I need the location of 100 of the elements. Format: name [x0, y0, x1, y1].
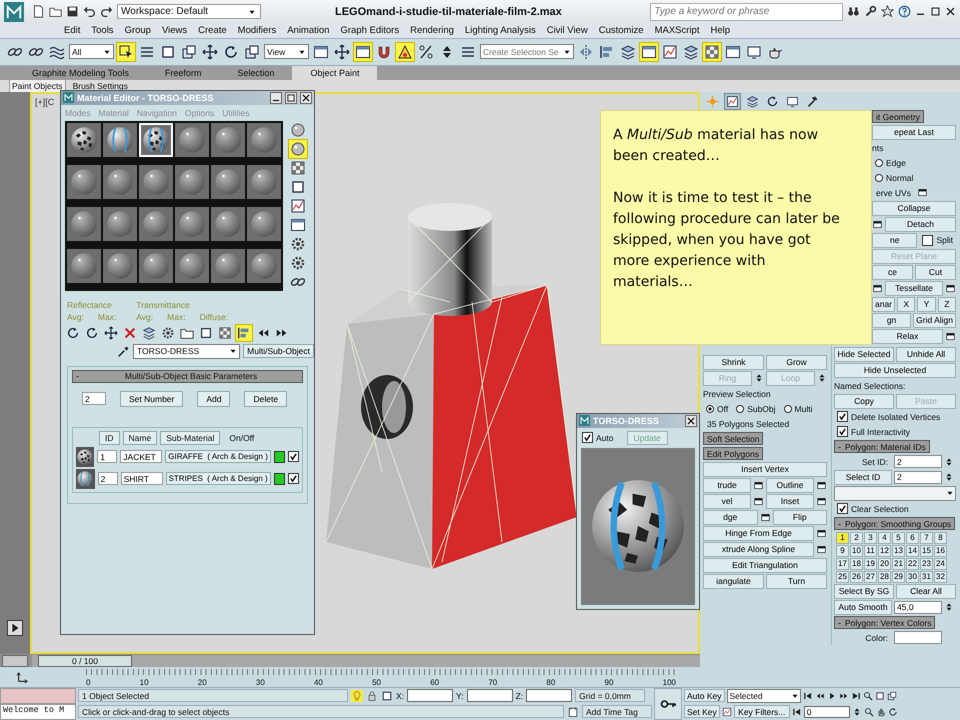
- smoothing-group-button[interactable]: 30: [906, 570, 919, 583]
- material-type-button[interactable]: Multi/Sub-Object: [243, 344, 314, 358]
- lock-icon[interactable]: [366, 690, 378, 702]
- radio-button[interactable]: [784, 404, 792, 413]
- monitor-icon[interactable]: [785, 94, 800, 110]
- close-icon[interactable]: [945, 6, 956, 18]
- ribbon-tab[interactable]: Freeform: [146, 66, 220, 80]
- checkbox[interactable]: [837, 503, 848, 514]
- panel-button[interactable]: Grid Align: [913, 312, 956, 328]
- panel-button[interactable]: Y: [917, 296, 936, 312]
- set-key-button[interactable]: Set Key: [684, 705, 720, 718]
- smoothing-group-button[interactable]: 6: [906, 532, 919, 544]
- panel-button[interactable]: anar: [872, 296, 896, 312]
- square-icon[interactable]: [874, 690, 884, 701]
- number-field[interactable]: 45,0: [894, 600, 942, 614]
- previous-frame-icon[interactable]: [814, 690, 824, 701]
- smoothing-group-button[interactable]: 12: [878, 544, 891, 557]
- id-field[interactable]: 1: [97, 450, 118, 464]
- menu-item[interactable]: Group: [124, 25, 151, 36]
- smoothing-group-button[interactable]: 5: [892, 532, 905, 544]
- smoothing-group-button[interactable]: 20: [878, 558, 891, 570]
- collapse-sign[interactable]: -: [838, 618, 841, 628]
- toolbar-dropdown[interactable]: View: [264, 44, 309, 60]
- auto-key-button[interactable]: Auto Key: [684, 689, 724, 702]
- smoothing-group-button[interactable]: 22: [906, 558, 919, 570]
- rollout-header[interactable]: - Multi/Sub-Object Basic Parameters: [72, 370, 303, 383]
- checker-icon[interactable]: [702, 42, 721, 61]
- smoothing-group-button[interactable]: 32: [934, 570, 947, 583]
- panel-button[interactable]: gn: [872, 312, 912, 328]
- smoothing-group-button[interactable]: 26: [850, 570, 863, 583]
- panel-button[interactable]: epeat Last: [872, 124, 956, 140]
- bulb-icon[interactable]: [351, 690, 363, 702]
- panel-button[interactable]: Z: [938, 296, 956, 312]
- next-frame-icon[interactable]: [838, 690, 848, 701]
- app-logo-icon[interactable]: [579, 415, 590, 426]
- eyedropper-icon[interactable]: [117, 344, 130, 358]
- square-icon[interactable]: [381, 690, 393, 702]
- panel-button[interactable]: ne: [872, 232, 918, 248]
- x-field[interactable]: [407, 689, 454, 702]
- sphere-icon[interactable]: [289, 120, 307, 139]
- go-to-start-icon[interactable]: [792, 706, 802, 717]
- panel-button[interactable]: Auto Smooth: [834, 600, 892, 615]
- color-swatch[interactable]: [274, 450, 285, 463]
- rollout-button[interactable]: Add: [197, 390, 230, 407]
- app-logo-icon[interactable]: [4, 2, 24, 22]
- panel-button[interactable]: Relax: [872, 328, 943, 344]
- settings-box-icon[interactable]: [872, 218, 883, 230]
- settings-box-icon[interactable]: [945, 282, 956, 294]
- open-folder-icon[interactable]: [49, 5, 62, 18]
- z-field[interactable]: [526, 689, 572, 702]
- column-header[interactable]: Sub-Material: [160, 430, 220, 445]
- panel-button[interactable]: Turn: [766, 574, 827, 589]
- scale-icon[interactable]: [243, 42, 261, 61]
- window-icon[interactable]: [640, 42, 658, 61]
- number-field[interactable]: 2: [894, 455, 942, 468]
- checkbox[interactable]: [288, 451, 299, 462]
- smoothing-group-button[interactable]: 31: [920, 570, 933, 583]
- toolbar-dropdown[interactable]: Create Selection Se: [480, 44, 574, 60]
- workspace-dropdown[interactable]: Workspace: Default: [117, 4, 261, 20]
- move-icon[interactable]: [333, 42, 351, 61]
- macro-recorder-field[interactable]: [0, 688, 76, 704]
- go-to-end-icon[interactable]: [850, 690, 860, 701]
- smoothing-group-button[interactable]: 4: [878, 532, 891, 544]
- radio-button[interactable]: [736, 404, 744, 413]
- panel-button[interactable]: Select By SG: [834, 584, 894, 599]
- name-field[interactable]: JACKET: [120, 450, 162, 464]
- collapse-sign[interactable]: -: [838, 442, 841, 452]
- sub-material-button[interactable]: STRIPES ( Arch & Design ): [166, 472, 271, 486]
- panel-button[interactable]: Insert Vertex: [703, 462, 827, 477]
- percent-icon[interactable]: [417, 42, 435, 61]
- menu-item[interactable]: Tools: [91, 25, 114, 36]
- settings-box-icon[interactable]: [872, 282, 883, 294]
- smoothing-group-button[interactable]: 14: [906, 544, 919, 557]
- menu-item[interactable]: Modifiers: [238, 25, 276, 36]
- smoothing-group-button[interactable]: 24: [934, 558, 947, 570]
- ribbon-tab[interactable]: Graphite Modeling Tools: [14, 66, 147, 80]
- id-field[interactable]: 2: [98, 472, 118, 486]
- menu-item[interactable]: Create: [198, 25, 227, 36]
- panel-button[interactable]: Shrink: [703, 354, 764, 370]
- move-icon[interactable]: [201, 42, 219, 61]
- rollout-header[interactable]: it Geometry: [872, 110, 924, 124]
- panel-button[interactable]: Copy: [834, 394, 894, 409]
- menu-item[interactable]: Views: [162, 25, 188, 36]
- layers-icon[interactable]: [618, 42, 637, 61]
- menu-item[interactable]: Lighting Analysis: [464, 25, 536, 36]
- number-field[interactable]: 2: [894, 470, 942, 484]
- checker-icon[interactable]: [217, 324, 233, 341]
- smoothing-group-button[interactable]: 17: [836, 558, 849, 570]
- y-field[interactable]: [466, 689, 513, 702]
- panel-button[interactable]: Select ID: [834, 470, 892, 485]
- spinner-arrows-icon[interactable]: [852, 706, 862, 717]
- zoom-icon[interactable]: [864, 706, 874, 717]
- radio-button[interactable]: [875, 174, 883, 182]
- app-logo-icon[interactable]: [63, 92, 74, 104]
- current-frame-button[interactable]: 0 / 100: [38, 654, 132, 667]
- column-header[interactable]: Name: [122, 430, 158, 445]
- menu-item[interactable]: Help: [710, 25, 730, 36]
- save-icon[interactable]: [66, 5, 79, 18]
- chart-icon[interactable]: [722, 706, 732, 717]
- smoothing-group-button[interactable]: 13: [892, 544, 905, 557]
